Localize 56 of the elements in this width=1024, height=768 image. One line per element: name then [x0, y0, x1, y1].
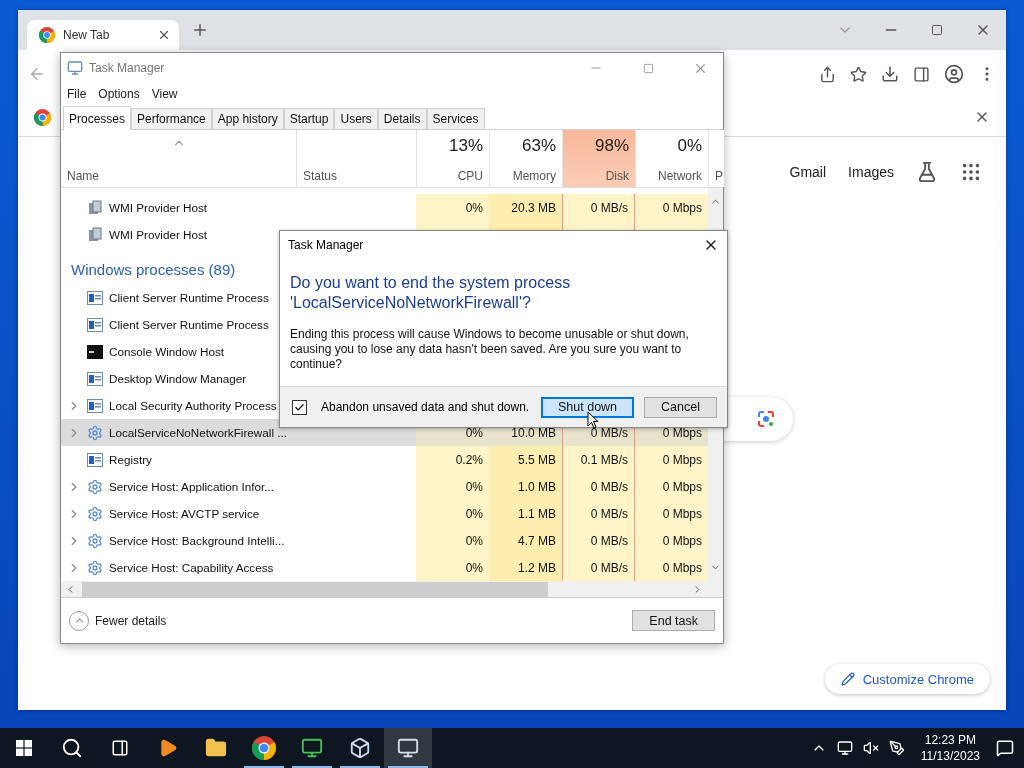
process-name: Client Server Runtime Process	[109, 291, 269, 304]
process-name: WMI Provider Host	[109, 228, 208, 241]
table-cell: 0%	[416, 473, 489, 500]
tab-title: New Tab	[63, 28, 111, 42]
process-name: Service Host: Application Infor...	[109, 480, 274, 493]
table-cell: 0%	[416, 554, 489, 581]
checkbox-label: Abandon unsaved data and shut down.	[320, 400, 531, 414]
table-cell: 1.2 MB	[489, 554, 562, 581]
percent-value: 63%	[521, 136, 556, 156]
table-cell: 5.5 MB	[489, 446, 562, 473]
clock-time: 12:23 PM	[924, 732, 977, 748]
percent-value: 0%	[677, 136, 702, 156]
table-cell: 0%	[416, 194, 489, 221]
process-name: Client Server Runtime Process	[109, 318, 269, 331]
column-label: Status	[303, 169, 338, 183]
column-label: P	[715, 169, 723, 183]
process-name: WMI Provider Host	[109, 201, 208, 214]
table-cell: 1.1 MB	[489, 500, 562, 527]
window-title: Task Manager	[89, 61, 166, 75]
table-cell: 0 MB/s	[562, 554, 635, 581]
table-cell: 0 Mbps	[635, 194, 708, 221]
column-label: Network	[658, 169, 702, 183]
table-cell: 0 Mbps	[635, 527, 708, 554]
table-cell: 0 Mbps	[635, 446, 708, 473]
process-name: LocalServiceNoNetworkFirewall ...	[109, 426, 287, 439]
table-cell: 4.7 MB	[489, 527, 562, 554]
table-cell: 0%	[416, 527, 489, 554]
table-cell: 0 MB/s	[562, 500, 635, 527]
table-cell: 0.1 MB/s	[562, 446, 635, 473]
table-cell: 0 Mbps	[635, 554, 708, 581]
column-label: CPU	[457, 169, 483, 183]
table-cell: 1.0 MB	[489, 473, 562, 500]
table-cell: 0.2%	[416, 446, 489, 473]
process-name: Registry	[109, 453, 152, 466]
table-cell: 0 Mbps	[635, 500, 708, 527]
percent-value: 13%	[448, 136, 483, 156]
process-name: Service Host: AVCTP service	[109, 507, 260, 520]
table-cell: 0 Mbps	[635, 473, 708, 500]
process-name: Service Host: Background Intelli...	[109, 534, 285, 547]
column-label: Memory	[512, 169, 556, 183]
process-name: Console Window Host	[109, 345, 224, 358]
process-name: Local Security Authority Process	[109, 399, 277, 412]
column-label: Disk	[605, 169, 629, 183]
dialog-heading: Do you want to end the system process 'LocalServiceNoNetworkFirewall'?	[290, 273, 572, 313]
table-cell: 20.3 MB	[489, 194, 562, 221]
column-label: Name	[67, 169, 99, 183]
process-name: Service Host: Capability Access	[109, 561, 274, 574]
dialog-title: Task Manager	[288, 238, 364, 252]
table-cell: 0 MB/s	[562, 473, 635, 500]
table-cell: 0%	[416, 500, 489, 527]
table-cell: 0 MB/s	[562, 194, 635, 221]
clock-date: 11/13/2023	[920, 748, 980, 764]
dialog-message: Ending this process will cause Windows to become unusable or shut down, causing you to lose any data hasn't been saved. Are you sure you want to continue?	[290, 327, 690, 372]
percent-value: 98%	[594, 136, 629, 156]
process-name: Desktop Window Manager	[109, 372, 247, 385]
table-cell: 0 MB/s	[562, 527, 635, 554]
